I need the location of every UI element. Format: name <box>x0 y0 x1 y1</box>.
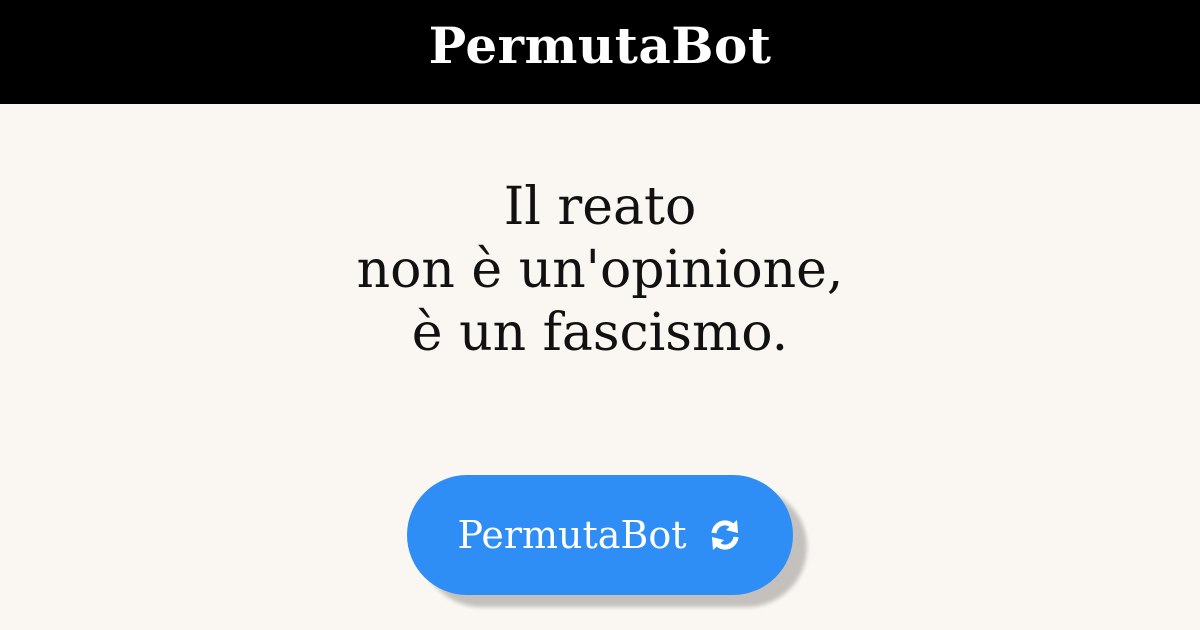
quote-line-3: è un fascismo. <box>411 303 789 363</box>
site-title: PermutaBot <box>428 16 772 75</box>
quote-line-1: Il reato <box>503 177 697 237</box>
header-bar: PermutaBot <box>0 0 1200 104</box>
permutabot-regenerate-button[interactable]: PermutaBot <box>407 475 793 595</box>
quote-line-2: non è un'opinione, <box>356 240 844 300</box>
refresh-icon <box>707 517 743 553</box>
permutation-quote: Il reato non è un'opinione, è un fascism… <box>0 176 1200 365</box>
button-label: PermutaBot <box>457 513 687 557</box>
